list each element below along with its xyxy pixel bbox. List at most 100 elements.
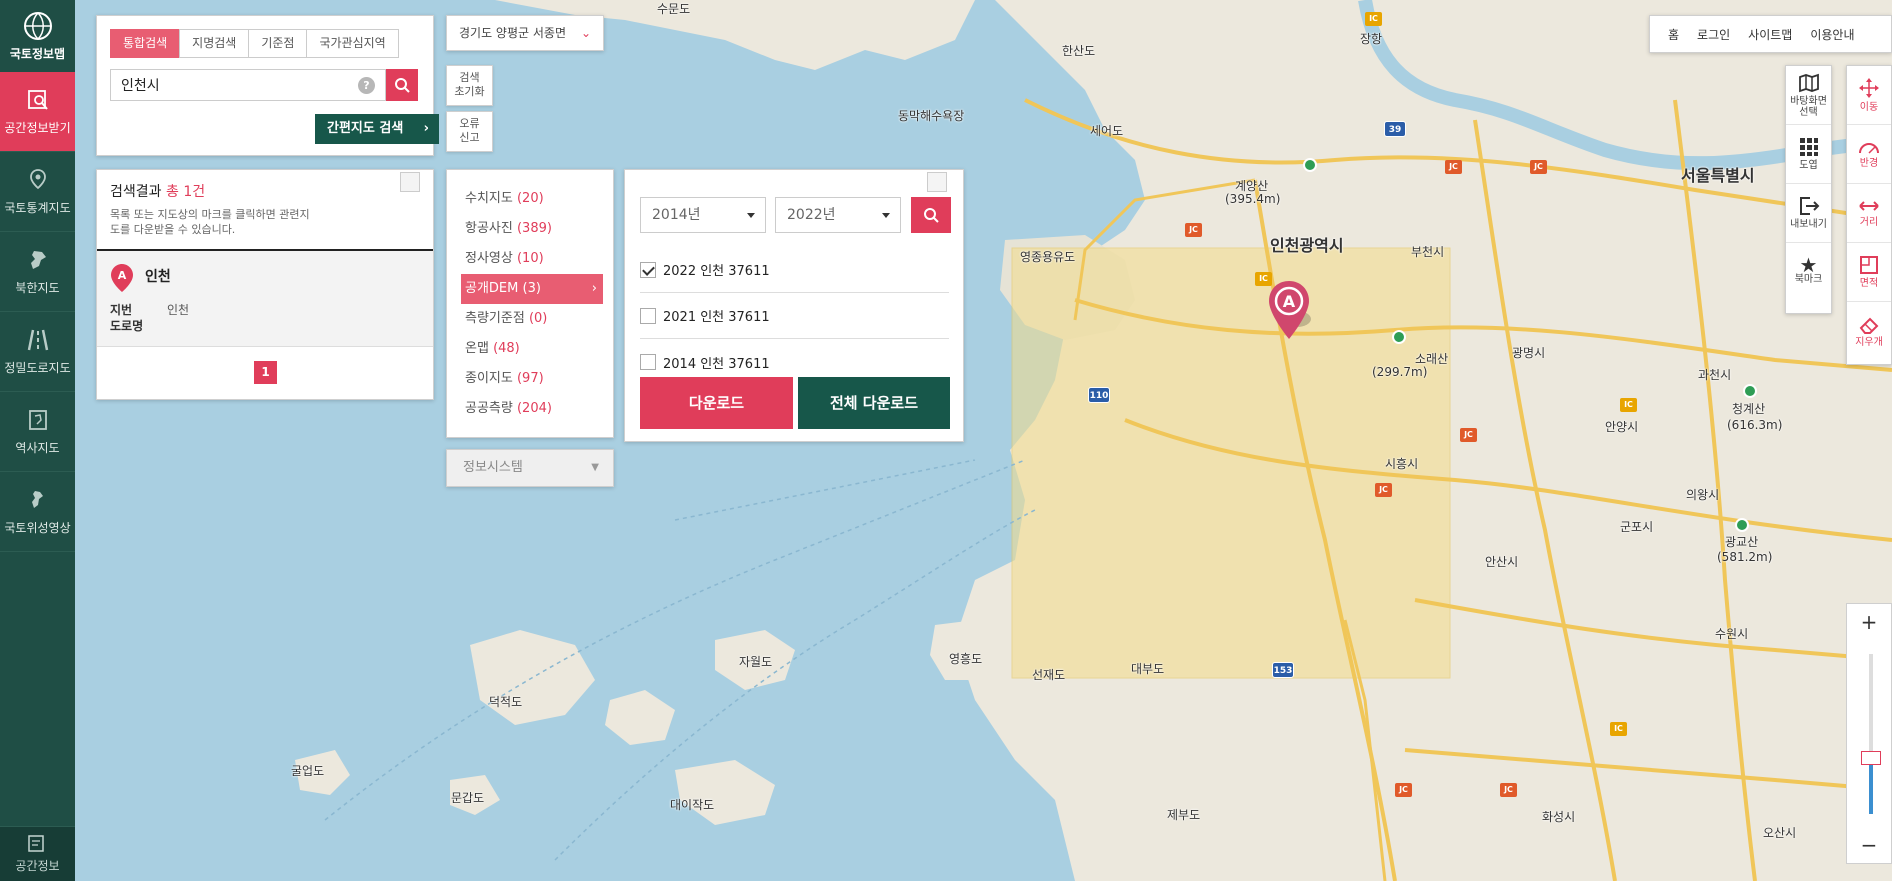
distance-tool[interactable]: 거리 bbox=[1847, 184, 1891, 243]
tool-label: 거리 bbox=[1859, 217, 1879, 228]
category-panel: 수치지도 (20) 항공사진 (389) 정사영상 (10) 공개DEM (3)… bbox=[446, 169, 614, 438]
zoom-in-button[interactable]: + bbox=[1847, 604, 1891, 640]
category-count: (20) bbox=[516, 191, 544, 206]
area-tool[interactable]: 면적 bbox=[1847, 243, 1891, 302]
year-search-button[interactable] bbox=[911, 197, 951, 233]
nav-home-link[interactable]: 홈 bbox=[1668, 26, 1679, 43]
category-item[interactable]: 온맵 (48) bbox=[461, 334, 603, 364]
search-tabs: 통합검색 지명검색 기준점 국가관심지역 bbox=[110, 29, 399, 58]
jibun-label: 지번 bbox=[110, 303, 133, 317]
eraser-tool[interactable]: 지우개 bbox=[1847, 302, 1891, 361]
download-row-label: 2014 인천 37611 bbox=[663, 356, 770, 372]
zoom-out-button[interactable]: − bbox=[1847, 827, 1891, 863]
simple-map-search-button[interactable]: 간편지도 검색 › bbox=[315, 114, 439, 144]
grid-tool[interactable]: 도엽 bbox=[1786, 125, 1831, 184]
map-label-cheonggyesan-height: (616.3m) bbox=[1727, 418, 1783, 432]
nav-guide-link[interactable]: 이용안내 bbox=[1810, 26, 1854, 43]
category-name: 온맵 bbox=[465, 341, 489, 356]
nav-sitemap-link[interactable]: 사이트맵 bbox=[1748, 26, 1792, 43]
tool-label: 면적 bbox=[1859, 278, 1879, 289]
map-label-jawoldo: 자월도 bbox=[739, 655, 773, 669]
category-item[interactable]: 공공측량 (204) bbox=[461, 394, 603, 424]
sidebar-item-history-map[interactable]: 역사지도 bbox=[0, 392, 75, 472]
left-sidebar: 국토정보맵 공간정보받기 국토통계지도 북한지도 정밀도로지도 역사지도 국토위… bbox=[0, 0, 75, 881]
tool-label: 이동 bbox=[1859, 102, 1879, 113]
region-select[interactable]: 경기도 양평군 서종면 ⌄ bbox=[446, 15, 604, 51]
search-icon bbox=[924, 208, 939, 223]
category-item[interactable]: 측량기준점 (0) bbox=[461, 304, 603, 334]
move-tool[interactable]: 이동 bbox=[1847, 66, 1891, 125]
zoom-handle[interactable] bbox=[1861, 751, 1881, 765]
download-row[interactable]: 2022 인천 37611 bbox=[640, 247, 949, 293]
reset-search-label-1: 검색 bbox=[459, 71, 480, 84]
tab-place-search[interactable]: 지명검색 bbox=[179, 29, 250, 58]
sidebar-item-north-korea[interactable]: 북한지도 bbox=[0, 232, 75, 312]
expand-icon[interactable] bbox=[400, 172, 420, 192]
globe-icon bbox=[23, 12, 52, 40]
expand-icon[interactable] bbox=[927, 172, 947, 192]
download-row[interactable]: 2021 인천 37611 bbox=[640, 293, 949, 339]
mountain-icon bbox=[1743, 384, 1757, 398]
sidebar-bottom-spatial-info[interactable]: 공간정보 bbox=[0, 826, 75, 881]
tab-integrated-search[interactable]: 통합검색 bbox=[110, 29, 181, 58]
checkbox-checked[interactable] bbox=[640, 261, 656, 278]
category-item[interactable]: 항공사진 (389) bbox=[461, 214, 603, 244]
junction-icon: JC bbox=[1530, 160, 1547, 174]
year-from-select[interactable]: 2014년 bbox=[640, 197, 766, 233]
result-title: 검색결과 총 1건 bbox=[110, 181, 420, 201]
location-marker-a-icon[interactable]: A bbox=[1267, 279, 1311, 341]
chevron-down-icon: ⌄ bbox=[580, 26, 591, 40]
info-system-select-value: 정보시스템 bbox=[463, 460, 523, 475]
jibun-value: 인천 bbox=[167, 303, 190, 317]
sidebar-item-spatial-download[interactable]: 공간정보받기 bbox=[0, 72, 75, 152]
mountain-icon bbox=[1392, 330, 1406, 344]
radius-tool[interactable]: 반경 bbox=[1847, 125, 1891, 184]
sidebar-item-satellite[interactable]: 국토위성영상 bbox=[0, 472, 75, 552]
sidebar-item-label: 북한지도 bbox=[15, 281, 60, 295]
tab-interest-area[interactable]: 국가관심지역 bbox=[306, 29, 399, 58]
map-label-sumun: 수문도 bbox=[657, 2, 691, 16]
sidebar-item-statistics[interactable]: 국토통계지도 bbox=[0, 152, 75, 232]
checkbox[interactable] bbox=[640, 354, 656, 370]
export-tool[interactable]: 내보내기 bbox=[1786, 184, 1831, 243]
sidebar-item-label: 공간정보받기 bbox=[4, 121, 71, 135]
search-input[interactable] bbox=[111, 70, 341, 100]
tool-label: 바탕화면 선택 bbox=[1790, 95, 1827, 118]
junction-icon: JC bbox=[1500, 783, 1517, 797]
tab-control-point[interactable]: 기준점 bbox=[248, 29, 308, 58]
logo[interactable]: 국토정보맵 bbox=[0, 0, 75, 72]
base-map-select-tool[interactable]: 바탕화면 선택 bbox=[1786, 66, 1831, 125]
search-button[interactable] bbox=[386, 69, 418, 101]
report-error-button[interactable]: 오류 신고 bbox=[446, 111, 493, 152]
download-all-button[interactable]: 전체 다운로드 bbox=[798, 377, 950, 429]
category-item-active[interactable]: 공개DEM (3) › bbox=[461, 274, 603, 304]
bookmark-tool[interactable]: ★ 북마크 bbox=[1786, 243, 1831, 302]
area-icon bbox=[1860, 256, 1878, 274]
move-icon bbox=[1859, 78, 1879, 98]
chevron-right-icon: › bbox=[591, 281, 597, 296]
tool-label: 내보내기 bbox=[1790, 219, 1827, 230]
map-label-uiwang: 의왕시 bbox=[1686, 488, 1720, 502]
reset-search-button[interactable]: 검색 초기화 bbox=[446, 65, 493, 106]
top-nav: 홈 로그인 사이트맵 이용안내 bbox=[1649, 15, 1892, 53]
category-item[interactable]: 수치지도 (20) bbox=[461, 184, 603, 214]
category-item[interactable]: 정사영상 (10) bbox=[461, 244, 603, 274]
pagination-page-1[interactable]: 1 bbox=[254, 361, 277, 384]
highway-153-icon: 153 bbox=[1272, 662, 1294, 678]
sidebar-item-label: 국토위성영상 bbox=[4, 521, 71, 535]
result-title-label: 검색결과 bbox=[110, 184, 162, 200]
download-button[interactable]: 다운로드 bbox=[640, 377, 793, 429]
help-icon[interactable]: ? bbox=[358, 77, 375, 94]
year-to-select[interactable]: 2022년 bbox=[775, 197, 901, 233]
category-count: (97) bbox=[516, 371, 544, 386]
download-panel: 2014년 2022년 2022 인천 37611 2021 인천 37611 … bbox=[624, 169, 964, 442]
sidebar-item-precision-road[interactable]: 정밀도로지도 bbox=[0, 312, 75, 392]
tool-label: 반경 bbox=[1859, 158, 1879, 169]
category-name: 종이지도 bbox=[465, 371, 513, 386]
nav-login-link[interactable]: 로그인 bbox=[1697, 26, 1730, 43]
category-item[interactable]: 종이지도 (97) bbox=[461, 364, 603, 394]
result-item[interactable]: A 인천 지번 인천 도로명 bbox=[97, 251, 433, 347]
info-system-select[interactable]: 정보시스템 ▼ bbox=[446, 449, 614, 487]
reset-search-label-2: 초기화 bbox=[454, 85, 485, 98]
checkbox[interactable] bbox=[640, 307, 656, 324]
